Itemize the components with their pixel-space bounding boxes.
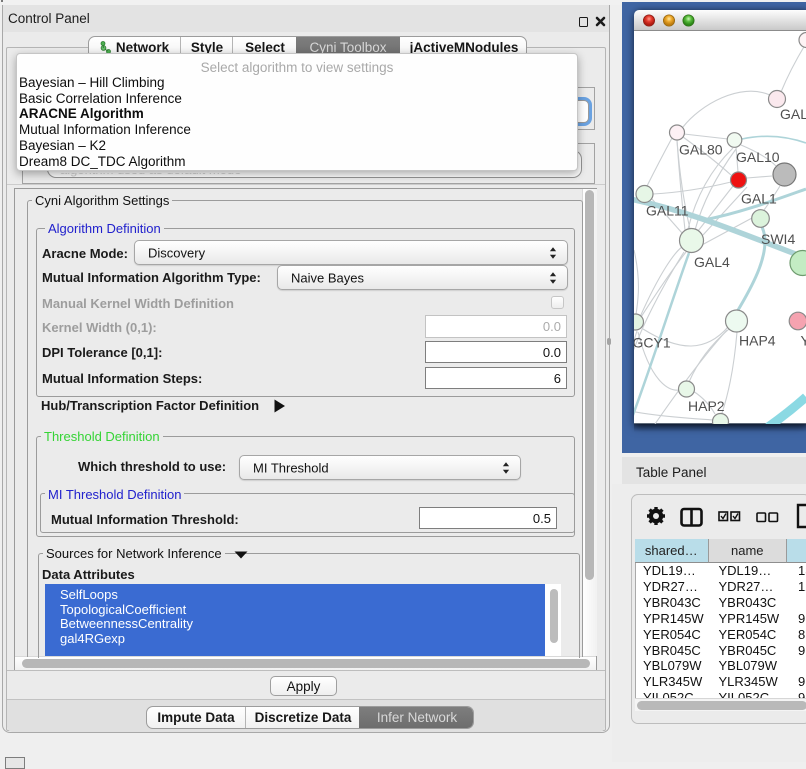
svg-text:SWI4: SWI4	[761, 231, 795, 247]
svg-text:HAP4: HAP4	[739, 333, 776, 349]
svg-text:Y: Y	[801, 333, 806, 349]
svg-text:GAL4: GAL4	[694, 254, 730, 270]
svg-text:GAL10: GAL10	[736, 149, 780, 165]
svg-text:GAL11: GAL11	[646, 203, 689, 219]
svg-text:GCY1: GCY1	[634, 335, 671, 351]
svg-text:GAL80: GAL80	[679, 142, 723, 158]
svg-text:HAP2: HAP2	[688, 398, 725, 414]
svg-text:GAL1: GAL1	[741, 191, 777, 207]
svg-text:GAL7: GAL7	[780, 106, 806, 122]
